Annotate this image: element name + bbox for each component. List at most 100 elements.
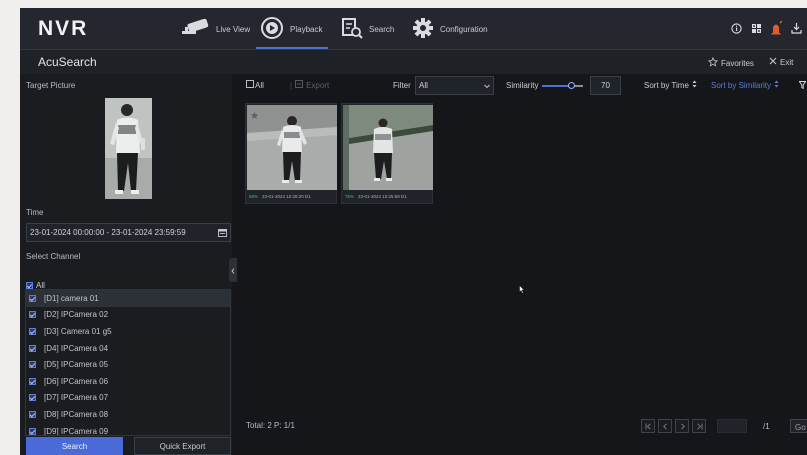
separator: | — [290, 80, 293, 90]
empty-checkbox-icon[interactable] — [246, 80, 254, 90]
first-page-button[interactable] — [641, 419, 655, 433]
target-picture[interactable] — [105, 98, 152, 199]
checkbox-icon[interactable] — [29, 377, 36, 385]
nvr-app: NVR Live View Playback Search Configurat… — [20, 8, 807, 455]
export-icon — [295, 80, 304, 90]
checkbox-icon[interactable] — [29, 327, 36, 335]
channel-label: [D1] camera 01 — [44, 293, 99, 303]
checkbox-icon[interactable] — [29, 410, 36, 418]
sort-time-label: Sort by Time — [644, 80, 689, 90]
collapse-panel-handle[interactable] — [229, 258, 237, 282]
channel-label: [D4] IPCamera 04 — [44, 343, 109, 353]
page-total: /1 — [763, 422, 770, 431]
nav-playback[interactable]: Playback — [255, 8, 329, 50]
export-button[interactable]: | Export — [290, 76, 329, 94]
search-button[interactable]: Search — [26, 437, 123, 455]
result-thumbnail[interactable] — [343, 105, 433, 190]
similarity-slider-rest — [575, 85, 583, 87]
channel-label: [D2] IPCamera 02 — [44, 310, 109, 320]
time-range-value: 23-01-2024 00:00:00 - 23-01-2024 23:59:5… — [30, 228, 186, 237]
download-icon[interactable] — [789, 21, 803, 35]
filter-select[interactable]: All — [415, 76, 494, 95]
channel-item[interactable]: [D7] IPCamera 07 — [26, 390, 230, 407]
checkbox-icon[interactable] — [29, 361, 36, 369]
page-header: AcuSearch Favorites Exit — [20, 50, 807, 74]
search-conditions-panel: Target Picture Time 23-01-2024 00:00:00 … — [20, 74, 232, 455]
channel-item[interactable]: [D8] IPCamera 08 — [26, 406, 230, 423]
channel-item[interactable]: [D6] IPCamera 06 — [26, 373, 230, 390]
chevron-left-icon — [231, 261, 235, 279]
channel-label: [D3] Camera 01 g5 — [44, 326, 112, 336]
chevron-right-icon — [679, 417, 686, 435]
nav-label: Configuration — [440, 24, 488, 34]
channel-item[interactable]: [D4] IPCamera 04 — [26, 340, 230, 357]
channel-item[interactable]: [D2] IPCamera 02 — [26, 307, 230, 324]
time-label: Time — [26, 208, 44, 217]
similarity-slider-handle[interactable] — [568, 82, 575, 89]
checkbox-icon[interactable] — [29, 394, 36, 402]
select-all-results[interactable]: All — [246, 76, 264, 94]
calendar-icon[interactable] — [218, 228, 227, 239]
go-button[interactable]: Go — [790, 419, 807, 433]
checkbox-icon[interactable] — [29, 294, 36, 302]
sort-by-time[interactable]: Sort by Time — [644, 76, 697, 94]
filter-funnel-icon[interactable] — [799, 76, 806, 94]
chevron-down-icon — [484, 82, 490, 91]
app-logo: NVR — [38, 17, 89, 40]
result-thumbnail[interactable] — [247, 105, 337, 190]
checkbox-icon[interactable] — [26, 282, 33, 289]
all-results-label: All — [255, 80, 264, 90]
time-range-field[interactable]: 23-01-2024 00:00:00 - 23-01-2024 23:59:5… — [26, 223, 231, 242]
export-label: Export — [306, 80, 330, 90]
nav-label: Playback — [290, 24, 323, 34]
channel-label: [D7] IPCamera 07 — [44, 393, 109, 403]
sort-similarity-label: Sort by Similarity — [711, 80, 772, 90]
chevron-left-icon — [662, 417, 669, 435]
result-meta: 58% 23-01-2024 10:28:20 D1 — [249, 194, 311, 199]
result-card[interactable]: 76% 23-01-2024 10:25:59 D1 — [341, 103, 433, 204]
result-time: 23-01-2024 10:28:20 D1 — [262, 194, 311, 199]
mouse-cursor-icon — [519, 281, 525, 299]
page-number-input[interactable] — [717, 419, 747, 433]
channel-item[interactable]: [D5] IPCamera 05 — [26, 356, 230, 373]
similarity-input[interactable]: 70 — [590, 76, 621, 95]
favorites-button[interactable]: Favorites — [707, 56, 754, 69]
quick-export-button[interactable]: Quick Export — [134, 437, 231, 455]
results-total: Total: 2 P: 1/1 — [246, 421, 295, 430]
nav-search[interactable]: Search — [341, 8, 394, 50]
channel-item[interactable]: [D3] Camera 01 g5 — [26, 323, 230, 340]
search-doc-icon — [341, 17, 369, 41]
result-meta: 76% 23-01-2024 10:25:59 D1 — [345, 194, 407, 199]
exit-label: Exit — [780, 57, 794, 67]
page-title: AcuSearch — [38, 55, 97, 69]
top-nav-bar: NVR Live View Playback Search Configurat… — [20, 8, 807, 50]
alarm-icon[interactable] — [769, 21, 783, 35]
nav-configuration[interactable]: Configuration — [412, 8, 488, 50]
checkbox-icon[interactable] — [29, 427, 36, 435]
channel-label: [D9] IPCamera 09 — [44, 426, 109, 436]
next-page-button[interactable] — [675, 419, 689, 433]
camera-icon — [180, 18, 216, 39]
last-page-button[interactable] — [692, 419, 706, 433]
sort-by-similarity[interactable]: Sort by Similarity — [711, 76, 779, 94]
prev-page-button[interactable] — [658, 419, 672, 433]
checkbox-icon[interactable] — [29, 344, 36, 352]
gear-icon — [412, 17, 440, 41]
favorite-star-icon[interactable] — [250, 107, 259, 125]
target-picture-label: Target Picture — [26, 81, 76, 90]
info-icon[interactable] — [729, 21, 743, 35]
result-card[interactable]: 58% 23-01-2024 10:28:20 D1 — [245, 103, 337, 204]
channel-label: [D6] IPCamera 06 — [44, 376, 109, 386]
close-icon — [769, 57, 777, 67]
channel-list[interactable]: [D1] camera 01 [D2] IPCamera 02 [D3] Cam… — [25, 289, 231, 436]
similarity-percent: 76% — [345, 194, 355, 199]
exit-button[interactable]: Exit — [769, 57, 793, 67]
nav-live-view[interactable]: Live View — [180, 8, 250, 50]
first-page-icon — [645, 417, 652, 435]
similarity-label: Similarity — [506, 80, 539, 90]
checkbox-icon[interactable] — [29, 311, 36, 319]
channel-item[interactable]: [D1] camera 01 — [26, 290, 230, 307]
channel-label: [D8] IPCamera 08 — [44, 409, 109, 419]
channel-item[interactable]: [D9] IPCamera 09 — [26, 423, 230, 436]
grid-icon[interactable] — [749, 21, 763, 35]
